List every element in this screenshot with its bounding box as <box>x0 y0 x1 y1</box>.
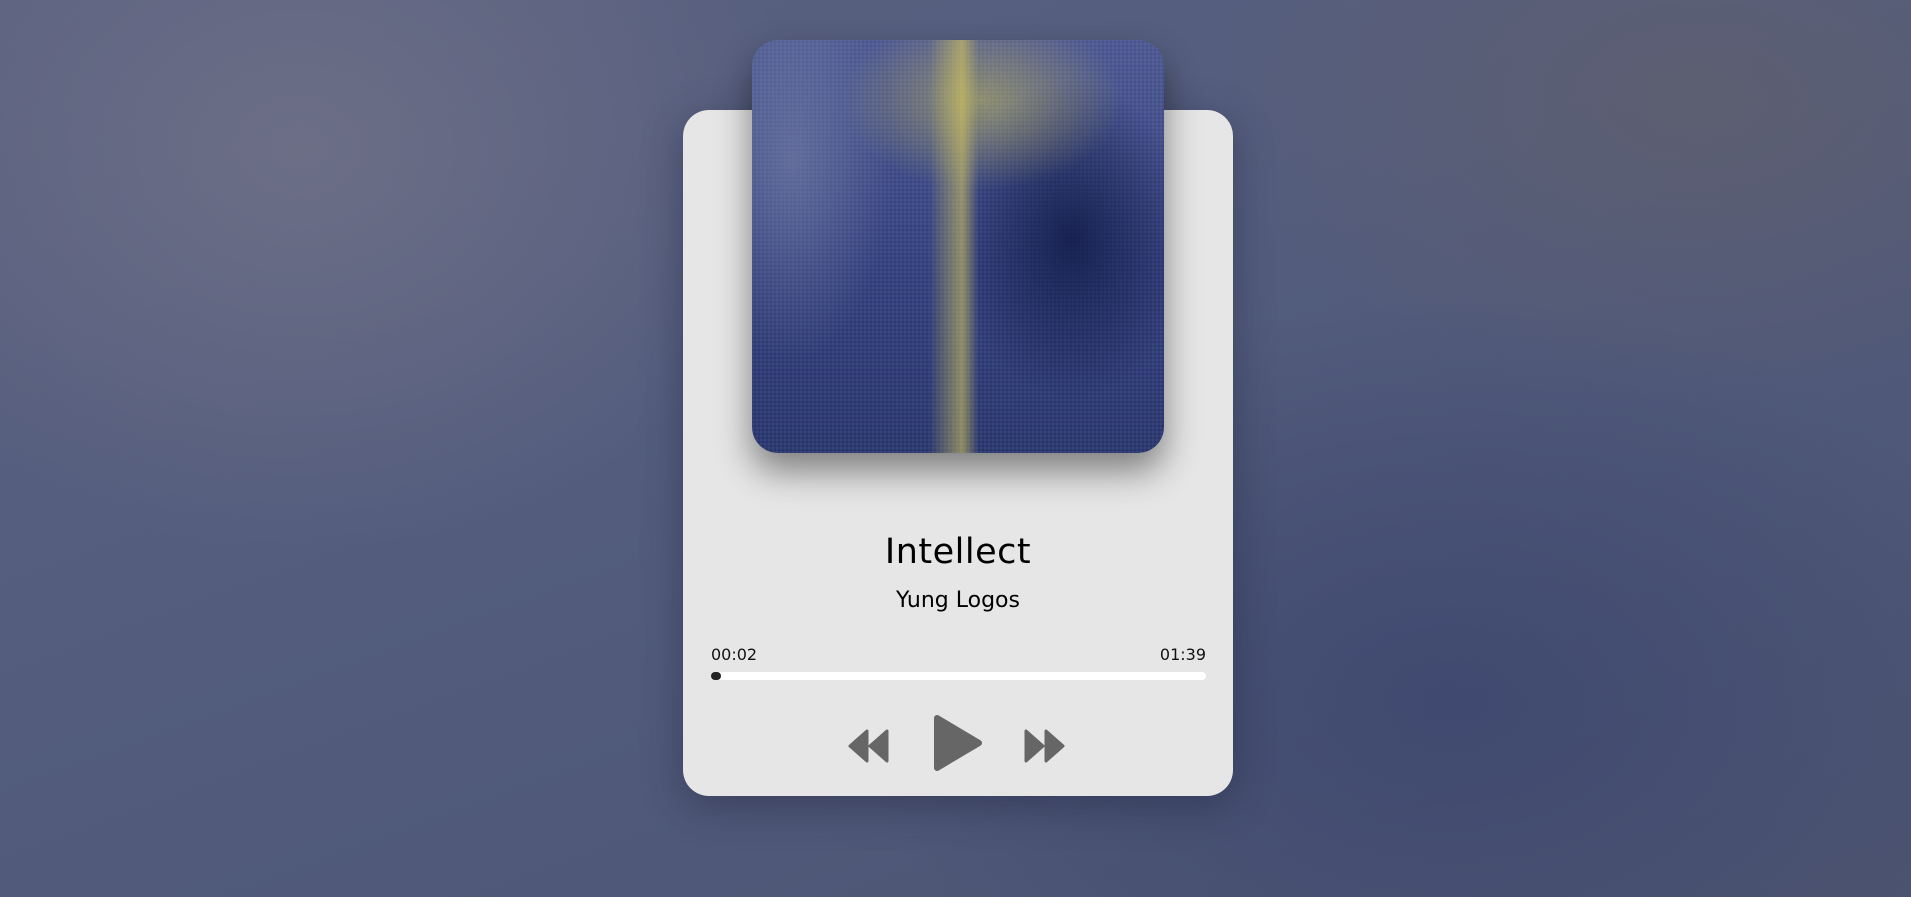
progress-fill <box>711 672 721 680</box>
play-button[interactable] <box>933 714 983 776</box>
track-artist: Yung Logos <box>896 588 1020 613</box>
play-icon <box>934 715 982 771</box>
current-time: 00:02 <box>711 645 758 664</box>
progress-bar[interactable] <box>711 672 1206 680</box>
fast-forward-icon <box>1024 729 1065 763</box>
previous-button[interactable] <box>847 729 891 767</box>
rewind-icon <box>848 729 889 763</box>
album-art <box>752 40 1164 453</box>
next-button[interactable] <box>1023 729 1067 767</box>
track-title: Intellect <box>884 532 1032 572</box>
duration: 01:39 <box>1159 645 1206 664</box>
